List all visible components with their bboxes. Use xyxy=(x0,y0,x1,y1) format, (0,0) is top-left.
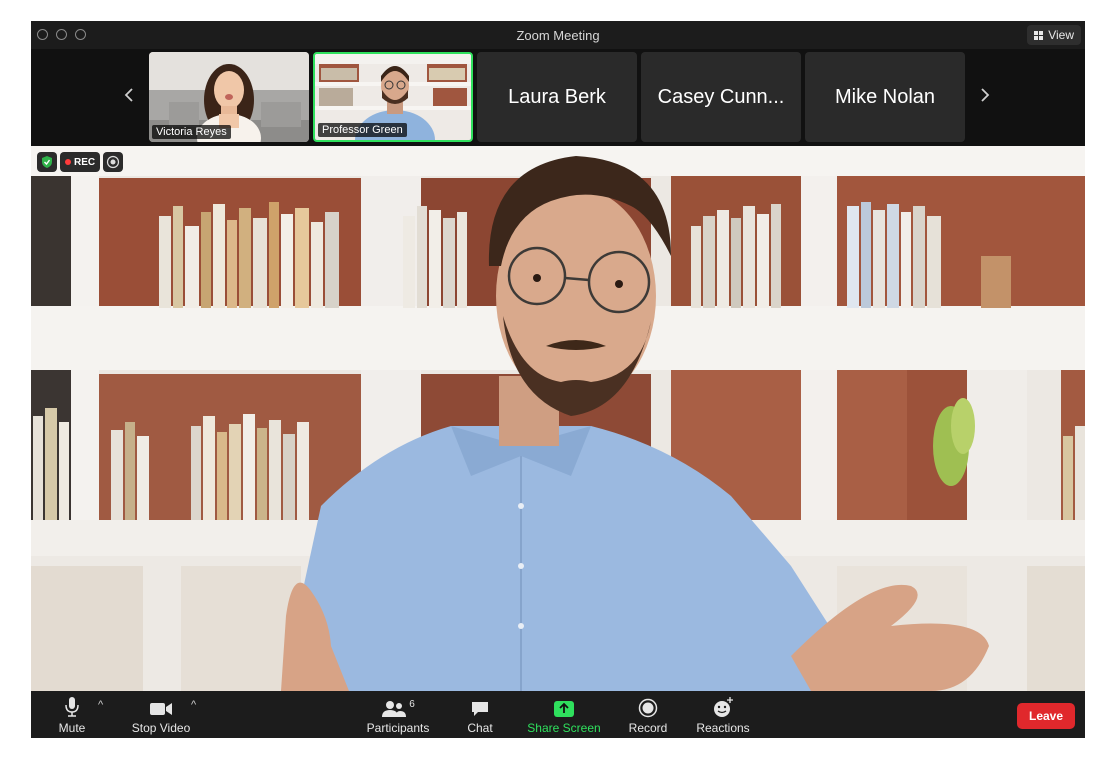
stop-video-label: Stop Video xyxy=(131,721,191,735)
leave-button[interactable]: Leave xyxy=(1017,703,1075,729)
speaker-video-frame xyxy=(31,146,1085,691)
microphone-icon xyxy=(64,696,80,718)
chat-button[interactable]: Chat xyxy=(465,696,495,735)
meeting-status-icons: REC xyxy=(37,152,124,172)
video-options-caret-icon[interactable]: ^ xyxy=(191,699,196,711)
participant-name-label: Victoria Reyes xyxy=(152,125,231,139)
recording-dot-icon xyxy=(65,159,71,165)
participant-tile-casey[interactable]: Casey Cunn... xyxy=(641,52,801,142)
stop-video-button[interactable]: Stop Video xyxy=(129,696,193,735)
active-speaker-video: REC xyxy=(31,146,1085,691)
participant-name-label: Professor Green xyxy=(318,123,407,137)
rec-label: REC xyxy=(74,156,96,168)
focus-mode-icon[interactable] xyxy=(103,152,124,172)
share-screen-button[interactable]: Share Screen xyxy=(526,696,602,735)
reactions-button[interactable]: Reactions xyxy=(695,696,751,735)
encryption-shield-icon[interactable] xyxy=(37,152,57,172)
participant-name: Casey Cunn... xyxy=(657,86,785,108)
participant-strip: Victoria Reyes Professor Green Laura Ber… xyxy=(31,49,1085,146)
participant-name: Mike Nolan xyxy=(834,86,936,108)
participant-tile-laura[interactable]: Laura Berk xyxy=(477,52,637,142)
chevron-right-icon xyxy=(981,88,990,102)
chat-label: Chat xyxy=(467,721,493,735)
prev-page-button[interactable] xyxy=(122,85,136,105)
view-label: View xyxy=(1048,28,1074,42)
chat-bubble-icon xyxy=(470,696,490,718)
next-page-button[interactable] xyxy=(978,85,992,105)
gallery-grid-icon xyxy=(1034,30,1044,40)
participants-count: 6 xyxy=(409,699,415,710)
mute-button[interactable]: Mute xyxy=(57,696,87,735)
record-icon xyxy=(638,696,658,718)
view-button[interactable]: View xyxy=(1027,25,1081,45)
meeting-toolbar: Mute ^ Stop Video ^ 6 Participants Chat xyxy=(31,691,1085,738)
title-bar: Zoom Meeting View xyxy=(31,21,1085,49)
participants-icon xyxy=(382,701,407,717)
recording-indicator[interactable]: REC xyxy=(60,152,101,172)
participant-tile-professor-green[interactable]: Professor Green xyxy=(313,52,473,142)
participant-tile-victoria[interactable]: Victoria Reyes xyxy=(149,52,309,142)
share-screen-icon xyxy=(553,696,575,718)
share-screen-label: Share Screen xyxy=(527,721,601,735)
participant-name: Laura Berk xyxy=(508,86,606,108)
audio-options-caret-icon[interactable]: ^ xyxy=(98,699,103,711)
record-button[interactable]: Record xyxy=(627,696,669,735)
reactions-label: Reactions xyxy=(696,721,750,735)
participants-label: Participants xyxy=(366,721,430,735)
reactions-smiley-icon xyxy=(712,696,734,718)
record-label: Record xyxy=(628,721,668,735)
participant-tile-mike[interactable]: Mike Nolan xyxy=(805,52,965,142)
participants-button[interactable]: 6 Participants xyxy=(364,696,432,735)
window-title: Zoom Meeting xyxy=(516,28,600,43)
zoom-window: Zoom Meeting View Victoria Reyes Profess… xyxy=(31,21,1085,738)
mute-label: Mute xyxy=(58,721,86,735)
video-camera-icon xyxy=(149,696,173,718)
chevron-left-icon xyxy=(124,88,133,102)
